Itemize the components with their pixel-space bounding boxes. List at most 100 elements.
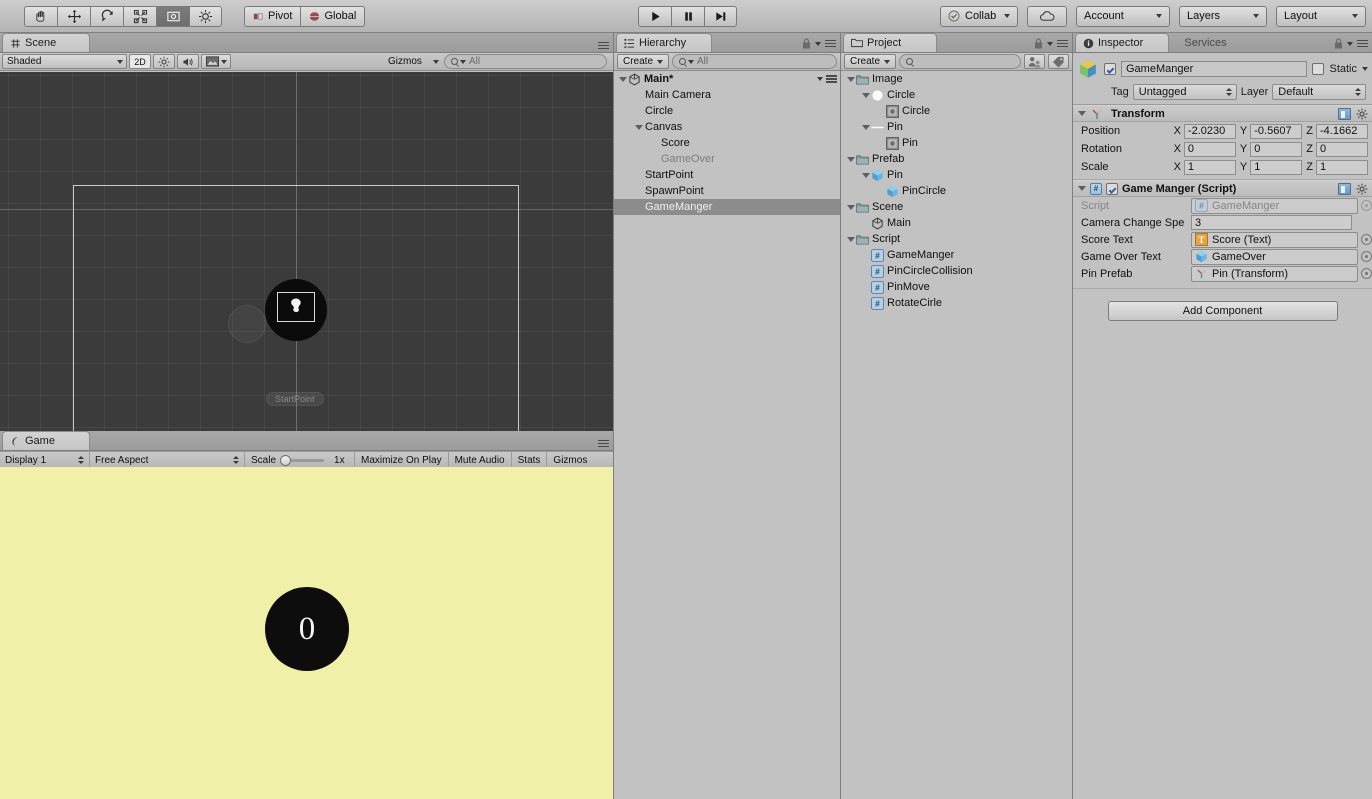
hierarchy-item-gameover[interactable]: GameOver	[614, 151, 840, 167]
cloud-button[interactable]	[1027, 5, 1067, 27]
foldout-arrow-icon[interactable]	[846, 235, 855, 244]
script-prop-object-field[interactable]: GameOver	[1191, 248, 1358, 265]
game-gizmos-dropdown[interactable]: Gizmos	[547, 452, 593, 469]
project-item-prefab[interactable]: Prefab	[841, 151, 1072, 167]
panel-menu-icon[interactable]	[825, 39, 836, 48]
play-button[interactable]	[638, 5, 671, 27]
hierarchy-search-input[interactable]: All	[672, 54, 837, 69]
lock-icon[interactable]	[1034, 38, 1043, 49]
script-enabled-checkbox[interactable]	[1106, 182, 1118, 195]
script-component-header[interactable]: # Game Manger (Script)	[1073, 180, 1372, 197]
hierarchy-create-button[interactable]: Create	[617, 54, 670, 69]
project-item-gamemanger[interactable]: # GameManger	[841, 247, 1072, 263]
rotate-tool-button[interactable]	[90, 5, 123, 27]
stats-toggle[interactable]: Stats	[512, 451, 548, 469]
object-picker-icon[interactable]	[1361, 234, 1372, 245]
help-book-icon[interactable]	[1338, 182, 1351, 195]
object-picker-icon[interactable]	[1361, 200, 1372, 211]
hierarchy-item-canvas[interactable]: Canvas	[614, 119, 840, 135]
project-item-scene[interactable]: Scene	[841, 199, 1072, 215]
rect-tool-button[interactable]	[156, 5, 189, 27]
chevron-down-icon[interactable]	[1362, 67, 1368, 71]
project-item-circle[interactable]: Circle	[841, 103, 1072, 119]
transform-tool-button[interactable]	[189, 5, 222, 27]
layers-button[interactable]: Layers	[1179, 5, 1267, 27]
tab-project[interactable]: Project	[843, 33, 937, 52]
effects-toggle[interactable]	[201, 54, 231, 69]
script-prop-value-field[interactable]: 3	[1191, 215, 1352, 230]
lock-icon[interactable]	[802, 38, 811, 49]
mute-audio-toggle[interactable]: Mute Audio	[449, 451, 512, 469]
hierarchy-item-score[interactable]: Score	[614, 135, 840, 151]
project-item-image[interactable]: Image	[841, 71, 1072, 87]
gear-icon[interactable]	[1356, 108, 1368, 120]
scene-search-input[interactable]: All	[444, 54, 607, 69]
project-item-script[interactable]: Script	[841, 231, 1072, 247]
panel-menu-icon[interactable]	[598, 439, 609, 447]
gizmos-dropdown[interactable]: Gizmos	[384, 54, 442, 69]
script-prop-object-field[interactable]: T Score (Text)	[1191, 231, 1358, 248]
filter-by-type-button[interactable]	[1024, 54, 1045, 69]
scene-menu-icon[interactable]	[826, 75, 837, 83]
filter-by-label-button[interactable]	[1048, 54, 1069, 69]
transform-position-y-field[interactable]: -0.5607	[1250, 123, 1303, 139]
project-item-pincircle[interactable]: PinCircle	[841, 183, 1072, 199]
foldout-arrow-icon[interactable]	[861, 91, 870, 100]
hierarchy-item-maincamera[interactable]: Main Camera	[614, 87, 840, 103]
panel-menu-icon[interactable]	[1057, 39, 1068, 48]
foldout-arrow-icon[interactable]	[1077, 184, 1086, 193]
global-button[interactable]: Global	[300, 5, 366, 27]
maximize-on-play-toggle[interactable]: Maximize On Play	[355, 451, 449, 469]
account-button[interactable]: Account	[1076, 5, 1170, 27]
hierarchy-item-circle[interactable]: Circle	[614, 103, 840, 119]
tab-services[interactable]: Services	[1171, 33, 1243, 52]
toggle-2d-button[interactable]: 2D	[129, 54, 151, 69]
foldout-arrow-icon[interactable]	[1077, 109, 1086, 118]
scene-viewport[interactable]: StartPoint SpawnPoint	[0, 72, 613, 431]
move-tool-button[interactable]	[57, 5, 90, 27]
object-picker-icon[interactable]	[1361, 268, 1372, 279]
project-item-pin[interactable]: Pin	[841, 135, 1072, 151]
object-picker-icon[interactable]	[1361, 251, 1372, 262]
object-name-field[interactable]: GameManger	[1121, 61, 1308, 77]
scale-slider-group[interactable]: Scale 1x	[245, 451, 355, 469]
foldout-arrow-icon[interactable]	[846, 75, 855, 84]
script-prop-object-field[interactable]: Pin (Transform)	[1191, 265, 1358, 282]
tab-inspector[interactable]: Inspector	[1075, 33, 1169, 52]
project-item-pinmove[interactable]: # PinMove	[841, 279, 1072, 295]
foldout-arrow-icon[interactable]	[618, 75, 627, 84]
transform-scale-y-field[interactable]: 1	[1250, 159, 1303, 175]
tab-hierarchy[interactable]: Hierarchy	[616, 33, 712, 52]
project-item-main[interactable]: Main	[841, 215, 1072, 231]
object-enabled-checkbox[interactable]	[1104, 63, 1116, 75]
step-button[interactable]	[704, 5, 737, 27]
hierarchy-item-gamemanger[interactable]: GameManger	[614, 199, 840, 215]
transform-scale-z-field[interactable]: 1	[1316, 159, 1368, 175]
scale-slider-knob[interactable]	[280, 454, 292, 466]
project-item-pin[interactable]: Pin	[841, 119, 1072, 135]
transform-component-header[interactable]: Transform	[1073, 105, 1372, 122]
hierarchy-item-startpoint[interactable]: StartPoint	[614, 167, 840, 183]
transform-rotation-y-field[interactable]: 0	[1250, 141, 1303, 157]
lock-icon[interactable]	[1334, 38, 1343, 49]
layer-dropdown[interactable]: Default	[1272, 84, 1367, 100]
project-tree[interactable]: Image Circle Circle Pin Pin Prefab Pin PinCircl…	[841, 71, 1072, 799]
transform-scale-x-field[interactable]: 1	[1183, 159, 1236, 175]
hierarchy-tree[interactable]: Main* Main Camera Circle Canvas Score GameOve…	[614, 71, 840, 799]
panel-menu-icon[interactable]	[598, 41, 609, 49]
transform-rotation-x-field[interactable]: 0	[1183, 141, 1236, 157]
foldout-arrow-icon[interactable]	[861, 123, 870, 132]
hierarchy-item-spawnpoint[interactable]: SpawnPoint	[614, 183, 840, 199]
foldout-arrow-icon[interactable]	[861, 171, 870, 180]
shading-mode-dropdown[interactable]: Shaded	[2, 54, 127, 69]
transform-position-z-field[interactable]: -4.1662	[1316, 123, 1368, 139]
audio-toggle[interactable]	[177, 54, 199, 69]
script-prop-object-field[interactable]: # GameManger	[1191, 197, 1358, 214]
scale-tool-button[interactable]	[123, 5, 156, 27]
pivot-button[interactable]: Pivot	[244, 5, 301, 27]
scale-slider-track[interactable]	[280, 454, 325, 466]
lighting-toggle[interactable]	[153, 54, 175, 69]
project-create-button[interactable]: Create	[844, 54, 897, 69]
collab-button[interactable]: Collab	[940, 5, 1018, 27]
add-component-button[interactable]: Add Component	[1107, 301, 1338, 321]
